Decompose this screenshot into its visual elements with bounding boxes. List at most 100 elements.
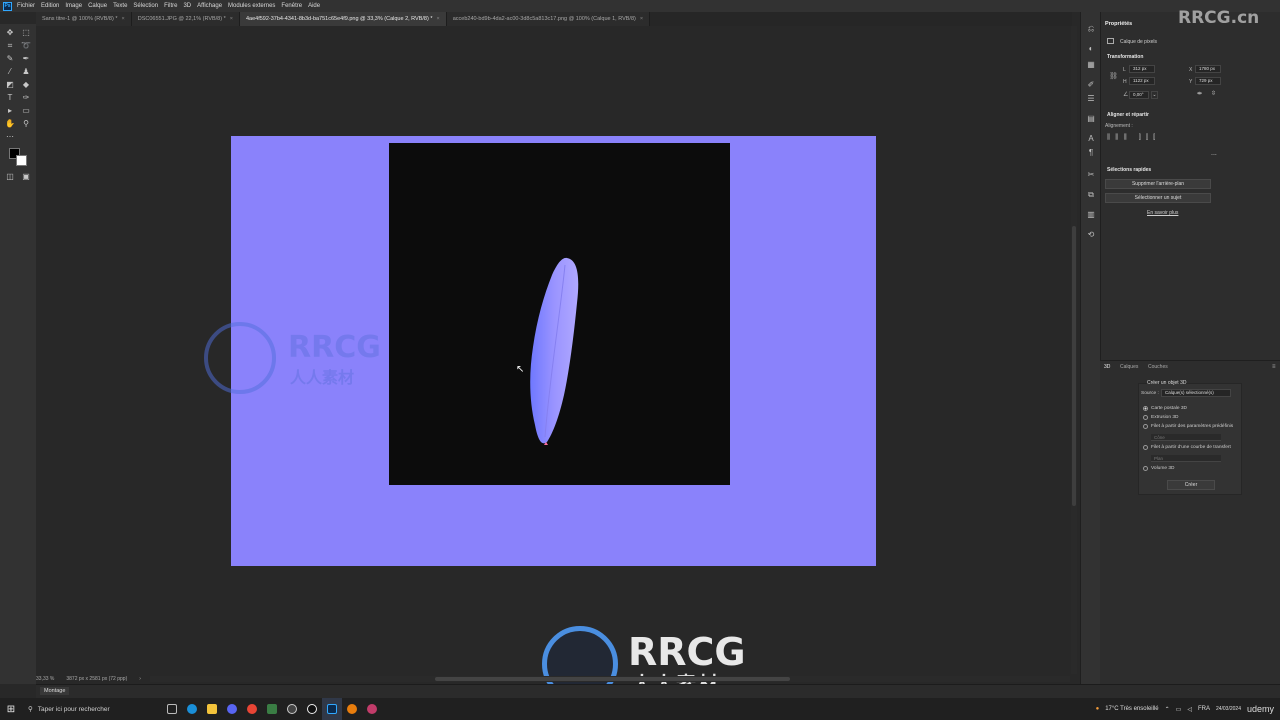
quick-actions-title[interactable]: Sélections rapides [1107, 167, 1151, 173]
align-section-title[interactable]: Aligner et répartir [1107, 112, 1149, 118]
menu-selection[interactable]: Sélection [133, 3, 158, 9]
y-field[interactable]: 729 px [1195, 77, 1221, 85]
zoom-level[interactable]: 33,33 % [36, 676, 54, 682]
menu-filtre[interactable]: Filtre [164, 3, 177, 9]
brush-tool-icon[interactable]: ⁄ [4, 67, 16, 77]
chevron-up-icon[interactable]: ⌃ [1165, 706, 1170, 713]
unreal-engine-icon[interactable] [302, 698, 322, 720]
panel-menu-icon[interactable]: ≡ [1272, 364, 1276, 370]
chevron-right-icon[interactable]: › [139, 676, 141, 682]
app-icon[interactable] [262, 698, 282, 720]
document-tab[interactable]: Sans titre-1 @ 100% (RVB/8) * × [36, 12, 132, 26]
menu-aide[interactable]: Aide [308, 3, 320, 9]
flip-vertical-icon[interactable]: ⇳ [1211, 90, 1216, 97]
eyedropper-tool-icon[interactable]: ✒ [20, 54, 32, 64]
weather-text[interactable]: 17°C Très ensoleillé [1105, 706, 1158, 712]
discord-icon[interactable] [222, 698, 242, 720]
document-tab[interactable]: acceb240-bd9b-4da2-ac00-3d8c5a813c17.png… [446, 12, 651, 26]
marquee-tool-icon[interactable]: ⬚ [20, 28, 32, 38]
color-icon[interactable]: ◐ [1085, 44, 1097, 54]
radio-icon[interactable] [1143, 424, 1148, 429]
quick-select-tool-icon[interactable]: ✎ [4, 54, 16, 64]
horizontal-scrollbar[interactable] [150, 676, 1070, 682]
gradient-tool-icon[interactable]: ◆ [20, 80, 32, 90]
file-explorer-icon[interactable] [202, 698, 222, 720]
panel-title[interactable]: Propriétés [1105, 21, 1132, 27]
task-view-icon[interactable] [162, 698, 182, 720]
menu-calque[interactable]: Calque [88, 3, 107, 9]
angle-field[interactable]: 0,00° [1129, 91, 1149, 99]
x-field[interactable]: 1780 px [1195, 65, 1221, 73]
radio-selected-icon[interactable] [1143, 406, 1148, 411]
paragraph-icon[interactable]: ¶ [1085, 148, 1097, 158]
option-volume[interactable]: Volume 3D [1143, 466, 1174, 471]
type-tool-icon[interactable]: T [4, 93, 16, 103]
menu-fichier[interactable]: Fichier [17, 3, 35, 9]
info-icon[interactable]: ⧉ [1085, 190, 1097, 200]
zoom-tool-icon[interactable]: ⚲ [20, 119, 32, 129]
clock-date[interactable]: 24/03/2024 [1216, 706, 1241, 712]
radio-icon[interactable] [1143, 445, 1148, 450]
tab-calques[interactable]: Calques [1120, 364, 1138, 370]
curve-select[interactable]: Plan [1151, 455, 1221, 462]
volume-icon[interactable]: ◁ [1187, 706, 1192, 713]
scrollbar-thumb[interactable] [435, 677, 790, 681]
app-icon[interactable] [362, 698, 382, 720]
path-select-tool-icon[interactable]: ▸ [4, 106, 16, 116]
align-buttons-icon[interactable]: ⫼⫼⫼ ⫿⫿⫿ [1107, 134, 1160, 142]
language-indicator[interactable]: FRA [1198, 706, 1210, 712]
photoshop-taskbar-icon[interactable] [322, 698, 342, 720]
weather-icon[interactable]: ● [1096, 706, 1100, 712]
quick-mask-icon[interactable]: ◫ [4, 172, 16, 182]
option-postcard[interactable]: Carte postale 3D [1143, 406, 1187, 411]
menu-modules-externes[interactable]: Modules externes [228, 3, 275, 9]
source-select[interactable]: Calque(s) sélectionné(s) [1161, 389, 1231, 397]
remove-background-button[interactable]: Supprimer l'arrière-plan [1105, 179, 1211, 189]
transform-section-title[interactable]: Transformation [1107, 54, 1143, 60]
link-icon[interactable]: ⛓ [1109, 72, 1118, 80]
more-options[interactable]: ... [1211, 150, 1217, 157]
obs-icon[interactable] [282, 698, 302, 720]
create-button[interactable]: Créer [1167, 480, 1215, 490]
close-icon[interactable]: × [230, 16, 233, 22]
screen-mode-icon[interactable]: ▣ [20, 172, 32, 182]
chevron-down-icon[interactable]: ⌄ [1151, 91, 1158, 99]
select-subject-button[interactable]: Sélectionner un sujet [1105, 193, 1211, 203]
move-tool-icon[interactable]: ✥ [4, 28, 16, 38]
swatches-icon[interactable]: ▦ [1085, 60, 1097, 70]
3d-icon[interactable]: ⟲ [1085, 230, 1097, 240]
edge-browser-icon[interactable] [182, 698, 202, 720]
history-icon[interactable]: ⎌ [1085, 24, 1097, 34]
flip-horizontal-icon[interactable]: ⇹ [1197, 90, 1202, 97]
background-color-swatch[interactable] [16, 155, 27, 166]
vertical-scrollbar[interactable] [1071, 26, 1077, 674]
hand-tool-icon[interactable]: ✋ [4, 119, 16, 129]
windows-start-icon[interactable]: ⊞ [0, 704, 22, 715]
menu-image[interactable]: Image [65, 3, 82, 9]
close-icon[interactable]: × [122, 16, 125, 22]
pen-tool-icon[interactable]: ✑ [20, 93, 32, 103]
chrome-icon[interactable] [242, 698, 262, 720]
scrollbar-thumb[interactable] [1072, 226, 1076, 506]
tab-couches[interactable]: Couches [1148, 364, 1168, 370]
height-field[interactable]: 1122 px [1129, 77, 1155, 85]
option-mesh-preset[interactable]: Filet à partir des paramètres prédéfinis [1143, 424, 1233, 429]
more-tools-icon[interactable]: ⋯ [4, 132, 16, 142]
tools-preset-icon[interactable]: ✂ [1085, 170, 1097, 180]
character-icon[interactable]: A [1085, 134, 1097, 144]
brush-settings-icon[interactable]: ✐ [1085, 80, 1097, 90]
search-box[interactable]: ⚲ Taper ici pour rechercher [22, 698, 162, 720]
option-extrusion[interactable]: Extrusion 3D [1143, 415, 1178, 420]
width-field[interactable]: 312 px [1129, 65, 1155, 73]
libraries-icon[interactable]: ▤ [1085, 114, 1097, 124]
radio-icon[interactable] [1143, 415, 1148, 420]
close-icon[interactable]: × [436, 16, 439, 22]
tab-3d[interactable]: 3D [1104, 364, 1110, 370]
close-icon[interactable]: × [640, 16, 643, 22]
menu-3d[interactable]: 3D [183, 3, 191, 9]
tab-montage[interactable]: Montage [40, 687, 70, 695]
navigator-icon[interactable]: ▥ [1085, 210, 1097, 220]
adjustments-icon[interactable]: ☰ [1085, 94, 1097, 104]
stamp-tool-icon[interactable]: ♟ [20, 67, 32, 77]
crop-tool-icon[interactable]: ⌗ [4, 41, 16, 51]
